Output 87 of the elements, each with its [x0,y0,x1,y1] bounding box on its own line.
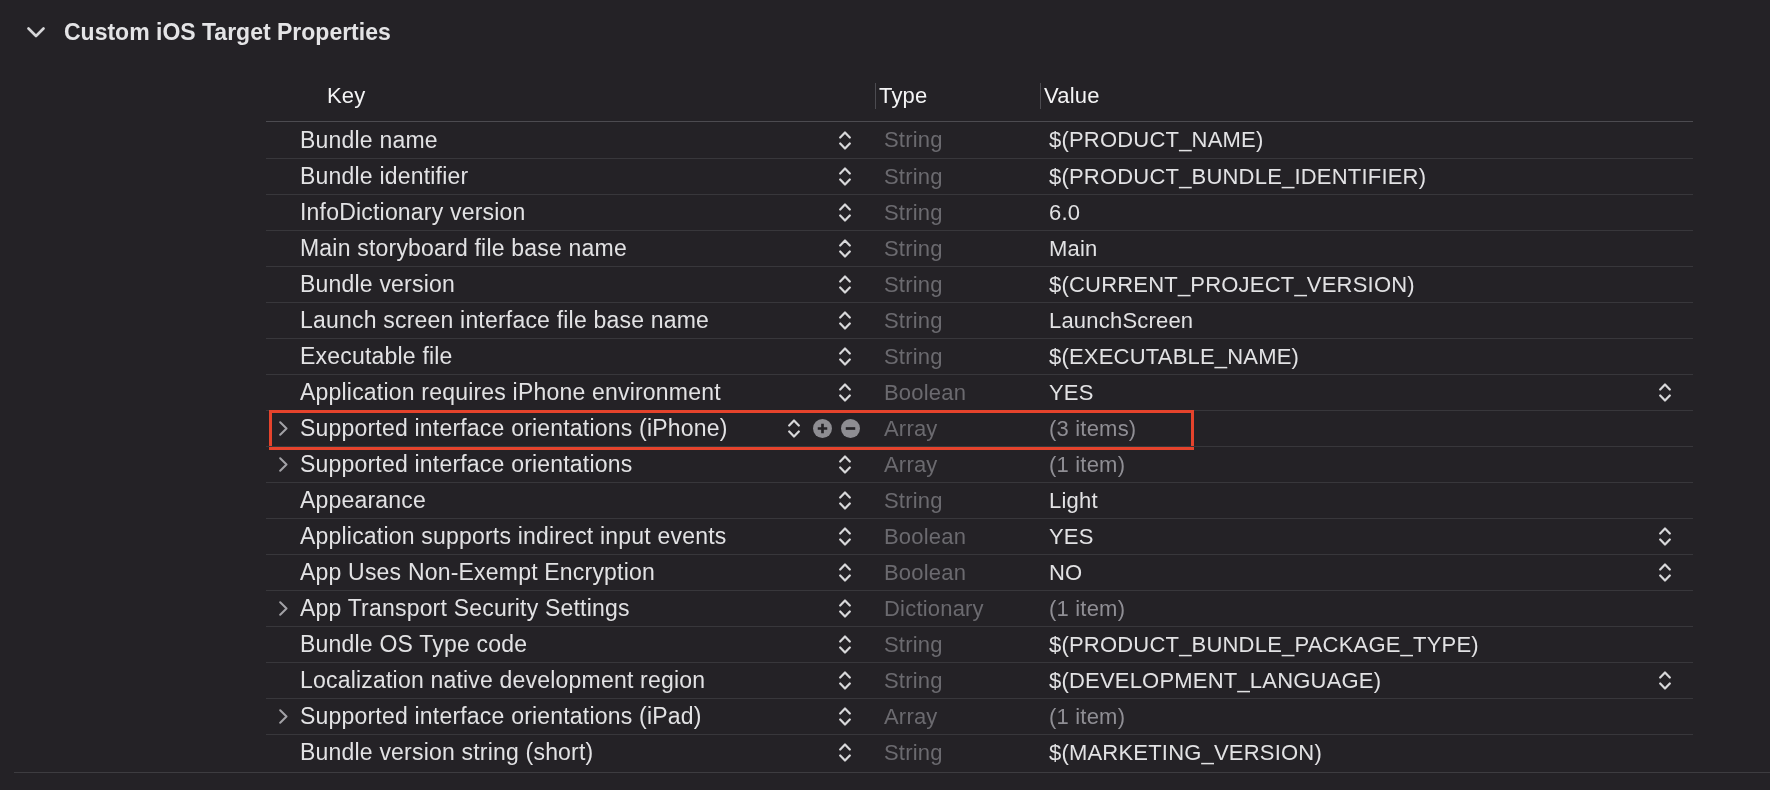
value-label: Main [1049,235,1098,262]
minus-circle-icon[interactable] [841,419,860,438]
value-label: NO [1049,559,1083,586]
chevron-up-down-icon[interactable] [1659,383,1671,402]
chevron-up-down-icon[interactable] [839,599,851,618]
chevron-up-down-icon[interactable] [1659,527,1671,546]
key-label: Supported interface orientations (iPad) [300,703,703,730]
value-label: (1 item) [1049,703,1126,730]
chevron-up-down-icon[interactable] [788,419,800,438]
plus-circle-icon[interactable] [813,419,832,438]
chevron-right-icon[interactable] [278,709,288,724]
key-label: Bundle version [300,271,456,298]
key-label: App Uses Non-Exempt Encryption [300,559,656,586]
type-label: String [884,343,943,370]
value-label: LaunchScreen [1049,307,1194,334]
chevron-up-down-icon[interactable] [839,383,851,402]
type-label: String [884,307,943,334]
column-header[interactable]: Type [879,83,928,109]
chevron-up-down-icon[interactable] [839,527,851,546]
chevron-up-down-icon[interactable] [1659,563,1671,582]
value-label: YES [1049,379,1094,406]
value-label: $(PRODUCT_BUNDLE_IDENTIFIER) [1049,163,1427,190]
type-label: Dictionary [884,595,984,622]
section-title: Custom iOS Target Properties [64,18,391,46]
chevron-right-icon[interactable] [278,421,288,436]
type-label: String [884,127,943,153]
key-label: InfoDictionary version [300,199,527,226]
type-label: String [884,667,943,694]
key-label: Supported interface orientations [300,451,634,478]
value-label: $(PRODUCT_NAME) [1049,127,1264,153]
key-label: Appearance [300,487,428,514]
key-label: Bundle identifier [300,163,470,190]
key-label: Bundle name [300,126,439,154]
chevron-up-down-icon[interactable] [839,563,851,582]
value-label: $(MARKETING_VERSION) [1049,739,1322,766]
value-label: YES [1049,523,1094,550]
value-label: $(DEVELOPMENT_LANGUAGE) [1049,667,1382,694]
value-label: $(PRODUCT_BUNDLE_PACKAGE_TYPE) [1049,631,1479,658]
key-label: Application supports indirect input events [300,523,728,550]
chevron-up-down-icon[interactable] [839,491,851,510]
type-label: Array [884,703,938,730]
column-header[interactable]: Key [327,83,366,109]
value-label: 6.0 [1049,199,1081,226]
type-label: String [884,235,943,262]
chevron-up-down-icon[interactable] [839,130,851,150]
chevron-up-down-icon[interactable] [839,635,851,654]
type-label: Array [884,415,938,442]
chevron-up-down-icon[interactable] [839,743,851,762]
type-label: Array [884,451,938,478]
key-label: App Transport Security Settings [300,595,631,622]
key-label: Executable file [300,343,454,370]
value-label: Light [1049,487,1098,514]
type-label: String [884,487,943,514]
chevron-up-down-icon[interactable] [839,347,851,366]
key-label: Application requires iPhone environment [300,379,722,406]
type-label: String [884,631,943,658]
key-label: Launch screen interface file base name [300,307,711,334]
chevron-right-icon[interactable] [278,457,288,472]
value-label: $(EXECUTABLE_NAME) [1049,343,1300,370]
key-label: Supported interface orientations (iPhone) [300,415,729,442]
chevron-up-down-icon[interactable] [839,167,851,186]
chevron-up-down-icon[interactable] [839,275,851,294]
type-label: Boolean [884,559,967,586]
chevron-up-down-icon[interactable] [839,707,851,726]
column-header[interactable]: Value [1044,83,1100,109]
type-label: String [884,163,943,190]
value-label: (3 items) [1049,415,1137,442]
chevron-down-icon[interactable] [27,26,45,38]
type-label: String [884,271,943,298]
value-label: (1 item) [1049,595,1126,622]
type-label: Boolean [884,379,967,406]
chevron-up-down-icon[interactable] [839,455,851,474]
key-label: Localization native development region [300,667,707,694]
value-label: (1 item) [1049,451,1126,478]
key-label: Bundle OS Type code [300,631,529,658]
chevron-up-down-icon[interactable] [1659,671,1671,690]
chevron-up-down-icon[interactable] [839,203,851,222]
chevron-right-icon[interactable] [278,601,288,616]
chevron-up-down-icon[interactable] [839,239,851,258]
value-label: $(CURRENT_PROJECT_VERSION) [1049,271,1415,298]
key-label: Bundle version string (short) [300,739,595,766]
key-label: Main storyboard file base name [300,235,628,262]
type-label: String [884,739,943,766]
type-label: Boolean [884,523,967,550]
chevron-up-down-icon[interactable] [839,671,851,690]
type-label: String [884,199,943,226]
chevron-up-down-icon[interactable] [839,311,851,330]
